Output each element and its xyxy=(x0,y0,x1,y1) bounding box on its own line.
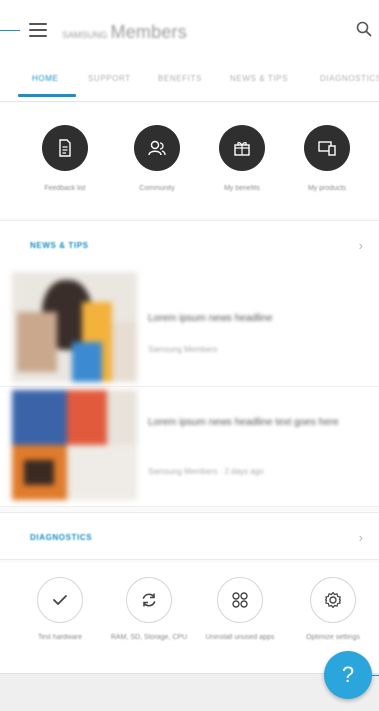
help-icon: ? xyxy=(341,662,355,687)
shortcut-benefits[interactable]: My benefits xyxy=(197,125,287,192)
help-fab-button[interactable]: ? xyxy=(324,651,372,699)
news-subtitle: Samsung Members · 2 days ago xyxy=(148,467,264,476)
gift-icon xyxy=(234,142,250,156)
tab-support[interactable]: SUPPORT xyxy=(88,74,131,83)
news-item[interactable]: Lorem ipsum news headline Samsung Member… xyxy=(0,267,379,387)
shortcut-products[interactable]: My products xyxy=(282,125,372,192)
callout-line-fab xyxy=(372,675,379,676)
diagnostic-ring xyxy=(126,577,172,623)
bottom-bar xyxy=(0,673,379,711)
shortcut-label: My benefits xyxy=(224,185,260,192)
tab-news-tips[interactable]: NEWS & TIPS xyxy=(230,74,288,83)
top-bar: SAMSUNG Members xyxy=(0,0,379,62)
hamburger-menu-icon[interactable] xyxy=(29,23,47,39)
community-icon xyxy=(148,140,166,156)
news-subtitle: Samsung Members xyxy=(148,345,218,354)
diagnostic-storage[interactable]: RAM, SD, Storage, CPU xyxy=(108,577,190,643)
shortcut-feedback[interactable]: Feedback list xyxy=(20,125,110,192)
shortcut-panel: Feedback list Community My benefits My p… xyxy=(0,103,379,218)
tab-diagnostics[interactable]: DIAGNOSTICS xyxy=(320,74,379,83)
callout-line-menu xyxy=(0,30,20,31)
app-screen: SAMSUNG Members HOME SUPPORT BENEFITS NEW… xyxy=(0,0,379,711)
shortcut-circle xyxy=(42,125,88,171)
diagnostic-ring xyxy=(37,577,83,623)
news-title: Lorem ipsum news headline xyxy=(148,313,273,324)
shortcut-label: Feedback list xyxy=(44,185,86,192)
diagnostic-unused-apps[interactable]: Uninstall unused apps xyxy=(199,577,281,643)
shortcut-circle xyxy=(304,125,350,171)
diagnostic-ring xyxy=(217,577,263,623)
active-tab-indicator xyxy=(18,94,76,97)
diagnostic-optimize-settings[interactable]: Optimize settings xyxy=(292,577,374,643)
shortcut-label: Community xyxy=(139,185,175,192)
news-thumbnail xyxy=(12,272,137,382)
check-icon xyxy=(53,595,67,605)
diagnostic-test-hardware[interactable]: Test hardware xyxy=(19,577,101,643)
document-icon xyxy=(59,139,71,157)
news-item[interactable]: Lorem ipsum news headline text goes here… xyxy=(0,387,379,507)
news-list: Lorem ipsum news headline Samsung Member… xyxy=(0,267,379,507)
search-icon[interactable] xyxy=(355,20,373,38)
tab-home[interactable]: HOME xyxy=(32,74,58,83)
diagnostics-section-header[interactable]: DIAGNOSTICS › xyxy=(0,512,379,560)
chevron-right-icon: › xyxy=(358,530,363,545)
news-thumbnail xyxy=(12,390,137,500)
diagnostic-label: Optimize settings xyxy=(306,634,360,641)
settings-gear-icon xyxy=(324,591,342,609)
section-title: NEWS & TIPS xyxy=(30,241,89,250)
tab-bar: HOME SUPPORT BENEFITS NEWS & TIPS DIAGNO… xyxy=(0,62,379,102)
chevron-right-icon: › xyxy=(358,238,363,253)
news-title: Lorem ipsum news headline text goes here xyxy=(148,417,339,428)
devices-icon xyxy=(318,141,336,156)
refresh-icon xyxy=(142,593,156,607)
shortcut-community[interactable]: Community xyxy=(112,125,202,192)
diagnostic-ring xyxy=(310,577,356,623)
shortcut-label: My products xyxy=(307,185,347,192)
diagnostic-label: RAM, SD, Storage, CPU xyxy=(110,634,188,641)
diagnostic-label: Test hardware xyxy=(38,634,82,641)
apps-grid-icon xyxy=(232,592,248,608)
app-title: SAMSUNG Members xyxy=(62,22,187,43)
diagnostic-label: Uninstall unused apps xyxy=(205,634,275,641)
brand-title: Members xyxy=(110,22,187,42)
shortcut-circle xyxy=(219,125,265,171)
news-section-header[interactable]: NEWS & TIPS › xyxy=(0,220,379,268)
shortcut-circle xyxy=(134,125,180,171)
tab-benefits[interactable]: BENEFITS xyxy=(158,74,202,83)
diagnostics-panel: Test hardware RAM, SD, Storage, CPU Unin… xyxy=(0,563,379,673)
section-title: DIAGNOSTICS xyxy=(30,533,93,542)
brand-prefix: SAMSUNG xyxy=(62,30,108,40)
